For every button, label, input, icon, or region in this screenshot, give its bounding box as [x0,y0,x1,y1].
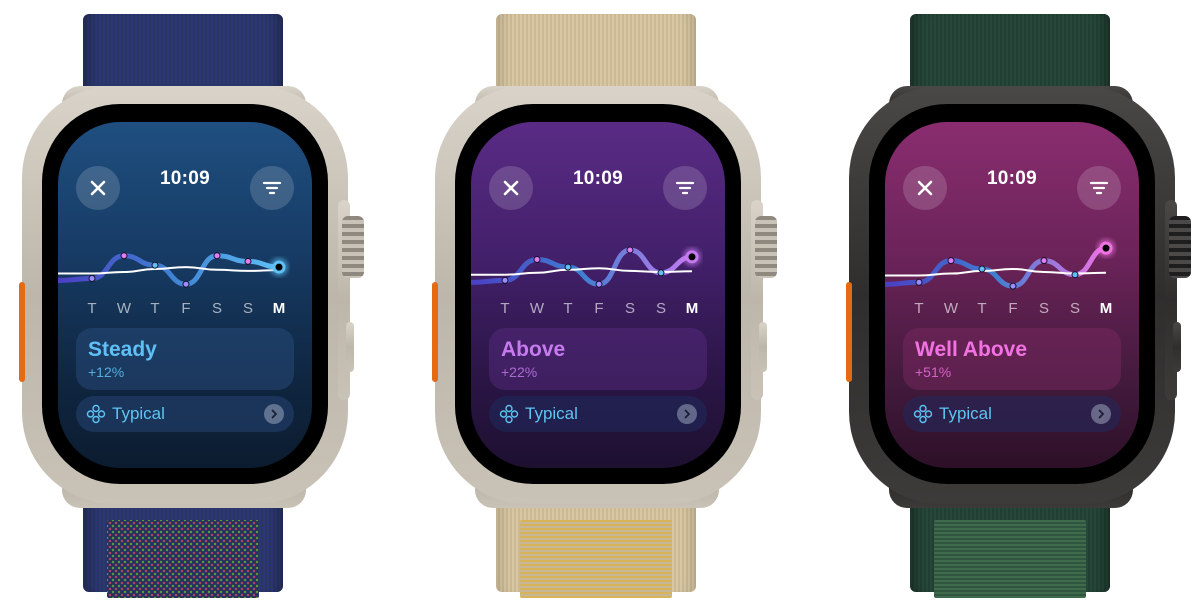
today-point [1099,241,1113,255]
day-label: S [655,300,666,317]
day-label: S [242,300,253,317]
day-label: F [181,300,191,317]
data-point [501,276,509,284]
chevron-right-icon [677,404,697,424]
action-button[interactable] [432,282,438,382]
filter-button[interactable] [663,166,707,210]
filter-icon [675,181,695,195]
today-point [272,260,286,274]
day-label: T [977,300,987,317]
trend-chart [885,239,1115,290]
data-point [626,246,634,254]
watch-steady: 10:09 TWTFSSM Steady +12% Typical [19,0,380,600]
status-card[interactable]: Well Above +51% [903,328,1121,390]
day-label: F [1008,300,1018,317]
action-button[interactable] [19,282,25,382]
side-button[interactable] [759,322,767,372]
data-point [564,263,572,271]
day-label: M [272,300,286,317]
chevron-right-icon [1091,404,1111,424]
typical-button[interactable]: Typical [489,396,707,432]
typical-icon [499,404,519,424]
day-label: W [529,300,545,317]
day-label: M [685,300,699,317]
status-percentage: +22% [501,364,538,380]
day-label: S [211,300,222,317]
day-label: W [116,300,132,317]
day-label: T [914,300,924,317]
data-point [533,256,541,263]
data-point [182,280,190,288]
watch-screen: 10:09 TWTFSSM Well Above +51% Typical [885,122,1139,468]
data-point [915,278,923,286]
day-label: S [1069,300,1080,317]
day-label: T [563,300,573,317]
typical-icon [913,404,933,424]
chevron-right-icon [264,404,284,424]
action-button[interactable] [846,282,852,382]
day-labels: TWTFSSM [58,300,312,320]
typical-icon [86,404,106,424]
status-label: Well Above [915,338,1028,361]
typical-button[interactable]: Typical [76,396,294,432]
day-label: M [1099,300,1113,317]
filter-button[interactable] [1077,166,1121,210]
day-label: F [594,300,604,317]
status-card[interactable]: Above +22% [489,328,707,390]
day-labels: TWTFSSM [885,300,1139,320]
typical-label: Typical [939,404,992,423]
digital-crown[interactable] [1169,216,1191,278]
data-point [244,257,252,265]
data-point [213,252,221,260]
typical-label: Typical [112,404,165,423]
data-point [1071,271,1079,279]
status-percentage: +12% [88,364,125,380]
watch-screen: 10:09 TWTFSSM Above +22% Typical [471,122,725,468]
trend-chart [58,252,288,288]
filter-button[interactable] [250,166,294,210]
trend-chart [471,246,701,288]
watch-screen: 10:09 TWTFSSM Steady +12% Typical [58,122,312,468]
day-label: S [624,300,635,317]
digital-crown[interactable] [342,216,364,278]
filter-icon [262,181,282,195]
today-point [685,250,699,264]
status-label: Steady [88,338,157,361]
typical-label: Typical [525,404,578,423]
data-point [120,252,128,260]
side-button[interactable] [1173,322,1181,372]
data-point [947,257,955,265]
status-percentage: +51% [915,364,952,380]
data-point [978,265,986,273]
typical-button[interactable]: Typical [903,396,1121,432]
data-point [1009,282,1017,290]
day-label: T [150,300,160,317]
day-label: W [943,300,959,317]
side-button[interactable] [346,322,354,372]
data-point [1040,257,1048,265]
data-point [151,261,159,269]
day-label: S [1038,300,1049,317]
day-label: T [500,300,510,317]
watch-above: 10:09 TWTFSSM Above +22% Typical [432,0,793,600]
data-point [657,269,665,277]
filter-icon [1089,181,1109,195]
data-point [88,275,96,282]
watch-well-above: 10:09 TWTFSSM Well Above +51% Typical [846,0,1200,600]
digital-crown[interactable] [755,216,777,278]
day-label: T [87,300,97,317]
day-labels: TWTFSSM [471,300,725,320]
status-card[interactable]: Steady +12% [76,328,294,390]
status-label: Above [501,338,566,361]
data-point [595,280,603,288]
